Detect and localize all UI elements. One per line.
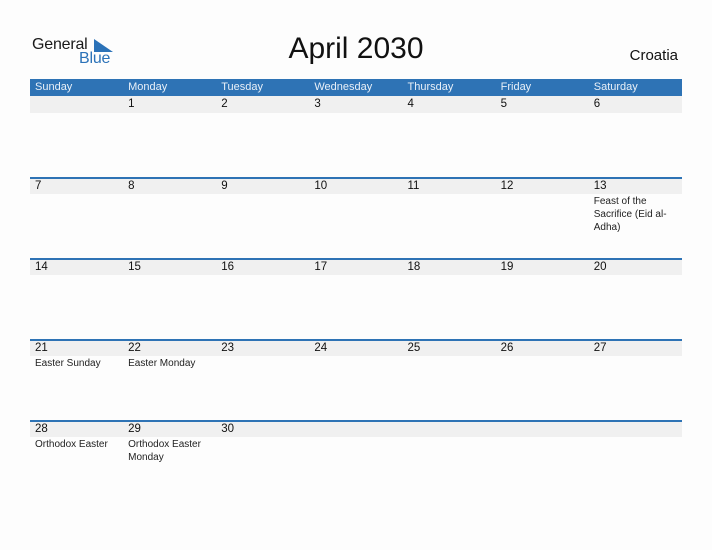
day-cell [309,422,402,464]
day-cell [30,96,123,114]
day-cell: 21 Easter Sunday [30,341,123,370]
day-cell: 12 [496,179,589,234]
day-cell [496,422,589,464]
day-number: 4 [407,98,414,110]
day-number: 8 [128,180,135,192]
day-number: 27 [593,342,607,354]
day-cell: 29 Orthodox Easter Monday [123,422,216,464]
day-number [35,96,123,113]
day-number: 23 [221,342,235,354]
day-number: 5 [500,98,508,110]
weekday-saturday: Saturday [593,81,638,93]
day-cell: 8 [123,179,216,234]
country-label: Croatia [629,47,678,64]
week-cells: 7 8 9 10 11 12 13 Feast of the Sacrifice (Eid a… [30,179,682,234]
day-cell: 14 [30,260,123,276]
weekday-sunday: Sunday [35,81,73,93]
holiday-event: Orthodox Easter Monday [128,439,201,463]
weeks-container: 1 2 3 4 5 6 7 8 9 10 11 12 13 Feast of the Sacrifice … [30,96,682,501]
week-cells: 14 15 16 17 18 19 20 [30,260,682,276]
week-row: 21 Easter Sunday 22 Easter Monday 23 24 25 26 27 [30,339,682,420]
day-cell: 16 [216,260,309,276]
calendar-grid: Sunday Monday Tuesday Wednesday Thursday Frid… [30,79,682,501]
week-cells: 1 2 3 4 5 6 [30,96,682,114]
day-cell: 6 [589,96,682,114]
day-cell: 18 [403,260,496,276]
day-number: 22 [128,342,141,354]
week-cells: 28 Orthodox Easter 29 Orthodox Easter Monda… [30,422,682,464]
day-cell: 28 Orthodox Easter [30,422,123,464]
day-number: 10 [314,180,328,192]
day-number [501,422,589,437]
week-row: 14 15 16 17 18 19 20 [30,258,682,339]
day-cell: 22 Easter Monday [123,341,216,370]
day-cell: 27 [589,341,682,370]
day-number: 13 [593,180,607,192]
day-number: 2 [221,98,228,110]
day-cell [403,422,496,464]
weekday-monday: Monday [128,81,168,93]
day-cell: 1 [123,96,216,114]
holiday-event: Feast of the Sacrifice (Eid al-Adha) [593,196,667,233]
day-number: 3 [314,98,321,110]
day-number: 21 [35,342,48,354]
holiday-event: Easter Monday [128,358,196,369]
weekday-friday: Friday [500,81,532,93]
week-row: 7 8 9 10 11 12 13 Feast of the Sacrifice (Eid a… [30,177,682,258]
day-number: 28 [35,423,48,435]
day-number: 25 [407,342,421,354]
weekday-wednesday: Wednesday [314,81,373,93]
week-cells: 21 Easter Sunday 22 Easter Monday 23 24 25 26 27 [30,341,682,370]
day-cell: 24 [309,341,402,370]
day-cell: 11 [403,179,496,234]
day-cell: 17 [309,260,402,276]
day-number: 6 [593,98,601,110]
day-cell: 19 [496,260,589,276]
day-number: 20 [593,261,607,273]
day-cell: 26 [496,341,589,370]
day-cell: 7 [30,179,123,234]
day-cell: 9 [216,179,309,234]
holiday-event: Easter Sunday [35,358,101,369]
day-cell: 2 [216,96,309,114]
day-cell: 15 [123,260,216,276]
day-cell: 20 [589,260,682,276]
weekday-header: Sunday Monday Tuesday Wednesday Thursday Frid… [30,79,682,96]
day-number: 15 [128,261,141,273]
day-cell: 3 [309,96,402,114]
day-number: 12 [500,180,514,192]
day-number: 30 [221,423,235,435]
day-cell: 5 [496,96,589,114]
day-number: 16 [221,261,235,273]
day-number: 18 [407,261,421,273]
week-row: 1 2 3 4 5 6 [30,96,682,177]
day-number [408,422,496,437]
holiday-event: Orthodox Easter [35,439,108,450]
day-number: 11 [407,180,420,192]
day-cell: 23 [216,341,309,370]
day-cell: 4 [403,96,496,114]
day-number [314,422,402,437]
day-number: 9 [221,180,228,192]
day-number: 7 [35,180,42,192]
calendar-title: April 2030 [288,32,424,65]
day-cell: 30 [216,422,309,464]
day-number: 17 [314,261,328,273]
day-number: 24 [314,342,328,354]
day-cell [589,422,682,464]
weekday-thursday: Thursday [407,81,454,93]
day-number [594,422,682,437]
day-cell: 25 [403,341,496,370]
day-number: 14 [35,261,48,273]
day-number: 29 [128,423,141,435]
day-cell: 10 [309,179,402,234]
day-number: 1 [128,98,135,110]
week-row: 28 Orthodox Easter 29 Orthodox Easter Monda… [30,420,682,501]
weekday-tuesday: Tuesday [221,81,264,93]
day-cell: 13 Feast of the Sacrifice (Eid al-Adha) [589,179,682,234]
day-number: 19 [500,261,514,273]
day-number: 26 [500,342,514,354]
